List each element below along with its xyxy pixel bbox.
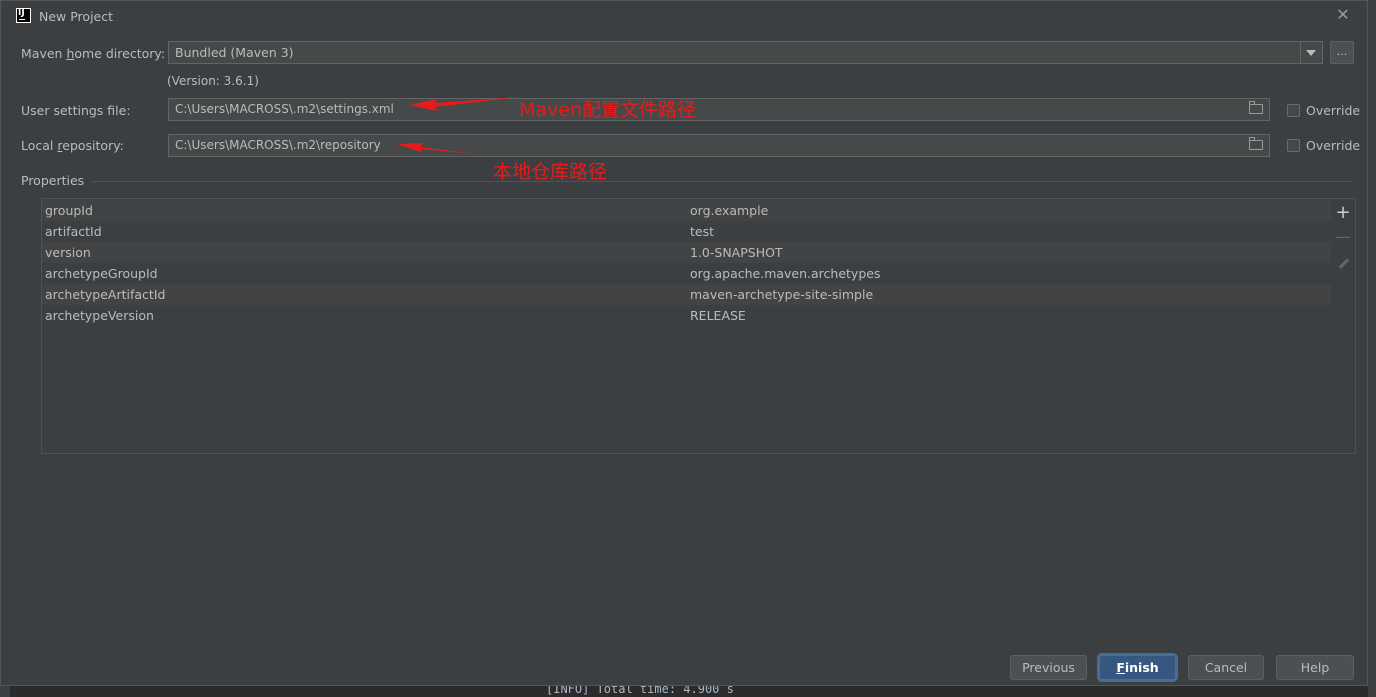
previous-button[interactable]: Previous (1010, 655, 1087, 680)
annotation-settings-note: Maven配置文件路径 (519, 99, 697, 121)
properties-table[interactable]: groupId org.example artifactId test vers… (41, 198, 1332, 454)
property-key: version (45, 245, 91, 260)
property-key: archetypeVersion (45, 308, 154, 323)
remove-property-icon[interactable]: — (1331, 227, 1355, 247)
cancel-button[interactable]: Cancel (1188, 655, 1264, 680)
properties-toolbar: + — (1331, 198, 1356, 454)
table-row[interactable]: artifactId test (42, 221, 1331, 242)
table-row[interactable]: groupId org.example (42, 200, 1331, 221)
property-value: test (690, 224, 715, 239)
table-row[interactable]: archetypeArtifactId maven-archetype-site… (42, 284, 1331, 305)
annotation-arrow-settings (409, 97, 519, 111)
new-project-dialog: New Project ✕ Maven home directory: Bund… (0, 0, 1368, 686)
edit-property-icon[interactable] (1331, 253, 1355, 273)
property-value: 1.0-SNAPSHOT (690, 245, 783, 260)
annotation-repo-note: 本地仓库路径 (493, 161, 608, 183)
property-value: RELEASE (690, 308, 746, 323)
property-value: maven-archetype-site-simple (690, 287, 874, 302)
property-key: artifactId (45, 224, 102, 239)
property-value: org.example (690, 203, 769, 218)
property-key: archetypeGroupId (45, 266, 158, 281)
add-property-icon[interactable]: + (1331, 203, 1355, 223)
properties-title: Properties (21, 173, 85, 188)
annotation-arrow-repo (397, 143, 475, 154)
properties-separator (91, 181, 1353, 182)
table-row[interactable]: version 1.0-SNAPSHOT (42, 242, 1331, 263)
property-value: org.apache.maven.archetypes (690, 266, 881, 281)
property-key: archetypeArtifactId (45, 287, 166, 302)
table-row[interactable]: archetypeGroupId org.apache.maven.archet… (42, 263, 1331, 284)
help-button[interactable]: Help (1276, 655, 1354, 680)
background-ide-right (1368, 0, 1376, 697)
finish-button[interactable]: Finish (1099, 655, 1176, 680)
property-key: groupId (45, 203, 93, 218)
table-row[interactable]: archetypeVersion RELEASE (42, 305, 1331, 326)
